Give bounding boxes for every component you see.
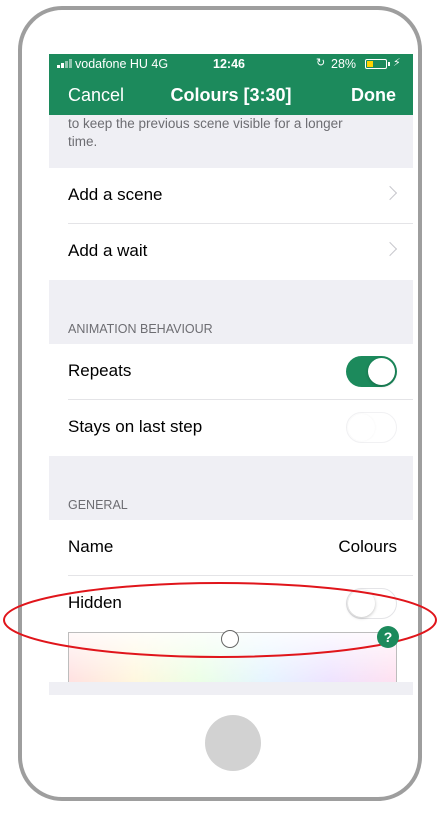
battery-icon: [365, 59, 387, 69]
clock: 12:46: [213, 57, 245, 71]
stays-on-last-step-row: Stays on last step: [49, 400, 413, 456]
top-bar: vodafone HU 4G 12:46 ↻ 28% ⚡ Cancel Colo…: [49, 54, 413, 119]
name-value: Colours: [338, 537, 397, 556]
general-header: GENERAL: [49, 456, 413, 520]
annotation-ellipse: [3, 582, 437, 658]
footer-note-line-2: time.: [68, 134, 98, 149]
repeats-toggle[interactable]: [346, 356, 397, 387]
section-footer-note: to keep the previous scene visible for a…: [49, 115, 413, 168]
navigation-bar: Cancel Colours [3:30] Done: [49, 74, 413, 119]
battery-percent: 28%: [331, 57, 357, 71]
done-button[interactable]: Done: [351, 85, 396, 106]
footer-note-line-1: to keep the previous scene visible for a…: [68, 116, 343, 131]
repeats-row: Repeats: [49, 344, 413, 400]
stays-on-last-step-label: Stays on last step: [68, 417, 203, 436]
color-picker-handle[interactable]: [221, 630, 239, 648]
section-header-general: GENERAL: [68, 498, 128, 512]
add-wait-label: Add a wait: [68, 241, 148, 260]
add-scene-row[interactable]: Add a scene: [49, 168, 413, 224]
animation-behaviour-header: ANIMATION BEHAVIOUR: [49, 280, 413, 344]
home-button[interactable]: [205, 715, 261, 771]
name-label: Name: [68, 537, 114, 556]
add-scene-label: Add a scene: [68, 185, 163, 204]
chevron-right-icon: [382, 185, 398, 201]
add-wait-row[interactable]: Add a wait: [49, 224, 413, 280]
charging-icon: ⚡: [393, 57, 401, 69]
chevron-right-icon: [382, 241, 398, 257]
name-row[interactable]: Name Colours: [49, 520, 413, 576]
carrier-text: vodafone HU 4G: [75, 57, 169, 71]
battery-tip: [388, 62, 390, 66]
signal-icon: [57, 59, 73, 68]
status-bar: vodafone HU 4G 12:46 ↻ 28% ⚡: [49, 54, 413, 74]
section-header-animation: ANIMATION BEHAVIOUR: [68, 322, 213, 336]
rotation-lock-icon: ↻: [316, 57, 326, 69]
repeats-label: Repeats: [68, 361, 132, 380]
stays-on-last-step-toggle[interactable]: [346, 412, 397, 443]
help-icon[interactable]: ?: [377, 626, 399, 648]
